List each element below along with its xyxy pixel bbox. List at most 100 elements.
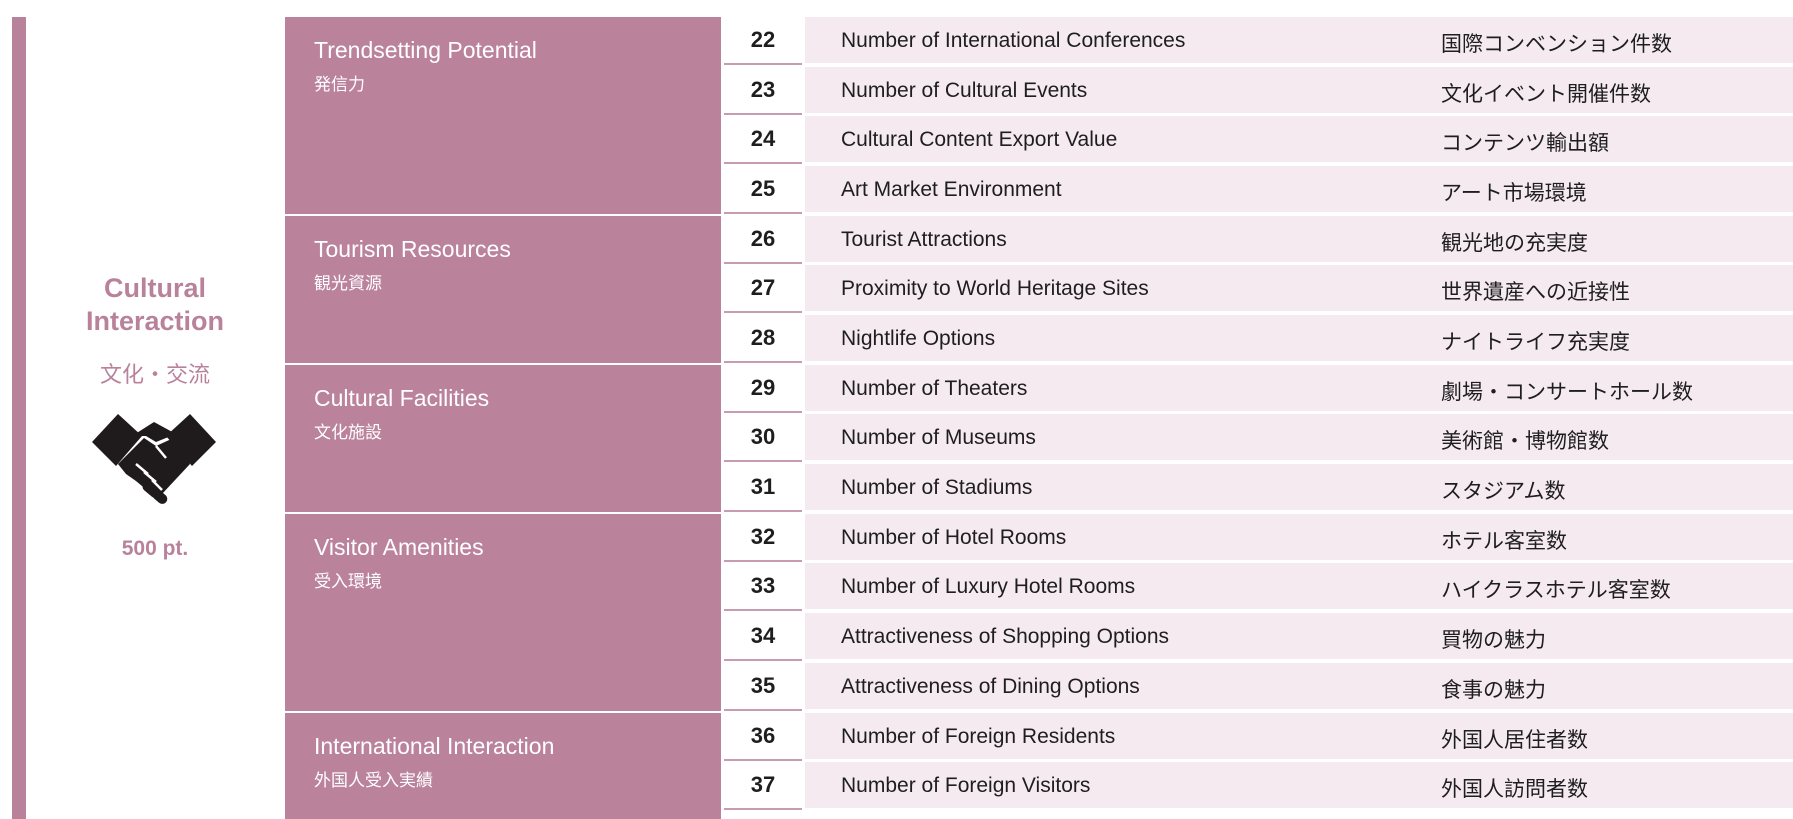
indicator-label-en: Number of Hotel Rooms xyxy=(841,526,1067,549)
indicator-number: 37 xyxy=(724,762,802,810)
indicator-label-jp: 世界遺産への近接性 xyxy=(1441,280,1630,304)
table-row: 37 Number of Foreign Visitors 外国人訪問者数 xyxy=(724,762,1793,810)
category-title-jp: 文化・交流 xyxy=(99,363,210,388)
table-row: 30 Number of Museums 美術館・博物館数 xyxy=(724,414,1793,462)
indicator-number: 36 xyxy=(724,713,802,761)
category-title-line1: Cultural xyxy=(103,273,206,303)
indicator-number: 34 xyxy=(724,613,802,661)
category-title: Cultural Interaction xyxy=(26,272,284,338)
indicator-label-jp: ハイクラスホテル客室数 xyxy=(1441,578,1671,602)
indicator-label-en: Number of Cultural Events xyxy=(841,79,1088,102)
indicator-number: 22 xyxy=(724,17,802,65)
indicator-label-en: Cultural Content Export Value xyxy=(841,128,1118,151)
indicator-number: 24 xyxy=(724,116,802,164)
table-row: 24 Cultural Content Export Value コンテンツ輸出… xyxy=(724,116,1793,164)
indicator-label-jp: コンテンツ輸出額 xyxy=(1441,131,1609,155)
table-row: 29 Number of Theaters 劇場・コンサートホール数 xyxy=(724,365,1793,413)
indicator-cell: Art Market Environment アート市場環境 xyxy=(805,166,1793,214)
indicator-label-en: Attractiveness of Shopping Options xyxy=(841,625,1170,648)
table-row: 22 Number of International Conferences 国… xyxy=(724,17,1793,65)
indicator-label-en: Number of Luxury Hotel Rooms xyxy=(841,575,1136,598)
indicator-label-en: Number of Theaters xyxy=(841,377,1028,400)
indicator-cell: Cultural Content Export Value コンテンツ輸出額 xyxy=(805,116,1793,164)
group-trendsetting-potential: Trendsetting Potential 発信力 xyxy=(285,17,721,214)
indicator-label-en: Proximity to World Heritage Sites xyxy=(841,277,1149,300)
group-label-jp: 発信力 xyxy=(314,75,365,95)
table-row: 31 Number of Stadiums スタジアム数 xyxy=(724,464,1793,512)
table-row: 23 Number of Cultural Events 文化イベント開催件数 xyxy=(724,67,1793,115)
indicator-number: 27 xyxy=(724,265,802,313)
category-points: 500 pt. xyxy=(121,537,189,560)
indicator-cell: Tourist Attractions 観光地の充実度 xyxy=(805,216,1793,264)
table-row: 32 Number of Hotel Rooms ホテル客室数 xyxy=(724,514,1793,562)
indicator-cell: Attractiveness of Dining Options 食事の魅力 xyxy=(805,663,1793,711)
indicator-label-jp: 外国人訪問者数 xyxy=(1441,777,1588,801)
indicator-cell: Number of Foreign Visitors 外国人訪問者数 xyxy=(805,762,1793,810)
table-row: 28 Nightlife Options ナイトライフ充実度 xyxy=(724,315,1793,363)
group-international-interaction: International Interaction 外国人受入実績 xyxy=(285,713,721,819)
indicator-number: 32 xyxy=(724,514,802,562)
indicator-cell: Number of Hotel Rooms ホテル客室数 xyxy=(805,514,1793,562)
table-row: 36 Number of Foreign Residents 外国人居住者数 xyxy=(724,713,1793,761)
indicator-label-jp: スタジアム数 xyxy=(1441,479,1566,503)
indicator-label-jp: アート市場環境 xyxy=(1441,181,1587,205)
indicator-label-en: Number of Foreign Visitors xyxy=(841,774,1091,797)
indicator-label-en: Art Market Environment xyxy=(841,178,1062,201)
indicator-label-en: Number of International Conferences xyxy=(841,29,1186,52)
indicator-cell: Number of Museums 美術館・博物館数 xyxy=(805,414,1793,462)
group-label-en: Cultural Facilities xyxy=(314,385,490,411)
indicator-label-en: Nightlife Options xyxy=(841,327,996,350)
indicator-number: 26 xyxy=(724,216,802,264)
group-visitor-amenities: Visitor Amenities 受入環境 xyxy=(285,514,721,711)
group-label-jp: 受入環境 xyxy=(314,572,382,592)
table-row: 27 Proximity to World Heritage Sites 世界遺… xyxy=(724,265,1793,313)
indicator-number: 30 xyxy=(724,414,802,462)
indicator-label-jp: 劇場・コンサートホール数 xyxy=(1441,380,1693,404)
indicator-number: 25 xyxy=(724,166,802,214)
indicator-number: 31 xyxy=(724,464,802,512)
indicator-number: 28 xyxy=(724,315,802,363)
indicator-number: 29 xyxy=(724,365,802,413)
indicator-cell: Attractiveness of Shopping Options 買物の魅力 xyxy=(805,613,1793,661)
indicator-label-jp: 美術館・博物館数 xyxy=(1441,429,1609,453)
indicator-label-jp: 国際コンベンション件数 xyxy=(1441,32,1672,56)
indicator-label-jp: 食事の魅力 xyxy=(1441,678,1546,702)
indicator-label-jp: 観光地の充実度 xyxy=(1441,231,1588,255)
category-title-line2: Interaction xyxy=(85,306,225,336)
indicator-label-jp: 買物の魅力 xyxy=(1441,628,1546,652)
indicator-label-en: Number of Museums xyxy=(841,426,1036,449)
table-row: 35 Attractiveness of Dining Options 食事の魅… xyxy=(724,663,1793,711)
group-label-jp: 文化施設 xyxy=(314,423,382,443)
category-panel: Cultural Interaction 文化・交流 500 pt. xyxy=(26,17,284,819)
indicator-label-jp: 文化イベント開催件数 xyxy=(1441,82,1651,106)
indicator-cell: Number of Theaters 劇場・コンサートホール数 xyxy=(805,365,1793,413)
group-tourism-resources: Tourism Resources 観光資源 xyxy=(285,216,721,363)
table-row: 26 Tourist Attractions 観光地の充実度 xyxy=(724,216,1793,264)
indicator-label-en: Number of Foreign Residents xyxy=(841,725,1116,748)
table-row: 33 Number of Luxury Hotel Rooms ハイクラスホテル… xyxy=(724,563,1793,611)
indicator-number: 35 xyxy=(724,663,802,711)
group-label-en: Trendsetting Potential xyxy=(314,37,537,63)
group-label-en: Tourism Resources xyxy=(314,236,511,262)
table-row: 34 Attractiveness of Shopping Options 買物… xyxy=(724,613,1793,661)
indicator-cell: Number of Stadiums スタジアム数 xyxy=(805,464,1793,512)
indicator-label-jp: ホテル客室数 xyxy=(1441,529,1567,553)
table-row: 25 Art Market Environment アート市場環境 xyxy=(724,166,1793,214)
indicator-label-jp: 外国人居住者数 xyxy=(1441,728,1588,752)
group-label-jp: 観光資源 xyxy=(314,274,382,294)
indicator-cell: Number of International Conferences 国際コン… xyxy=(805,17,1793,65)
indicator-number: 23 xyxy=(724,67,802,115)
indicator-cell: Proximity to World Heritage Sites 世界遺産への… xyxy=(805,265,1793,313)
handshake-icon xyxy=(92,414,216,504)
indicator-label-jp: ナイトライフ充実度 xyxy=(1441,330,1630,354)
group-label-en: Visitor Amenities xyxy=(314,534,484,560)
indicator-number: 33 xyxy=(724,563,802,611)
subcategory-column: Trendsetting Potential 発信力 Tourism Resou… xyxy=(285,17,721,819)
indicator-label-en: Number of Stadiums xyxy=(841,476,1033,499)
indicator-label-en: Attractiveness of Dining Options xyxy=(841,675,1140,698)
indicator-cell: Nightlife Options ナイトライフ充実度 xyxy=(805,315,1793,363)
group-cultural-facilities: Cultural Facilities 文化施設 xyxy=(285,365,721,512)
indicator-cell: Number of Foreign Residents 外国人居住者数 xyxy=(805,713,1793,761)
indicator-cell: Number of Cultural Events 文化イベント開催件数 xyxy=(805,67,1793,115)
indicator-label-en: Tourist Attractions xyxy=(841,228,1007,251)
